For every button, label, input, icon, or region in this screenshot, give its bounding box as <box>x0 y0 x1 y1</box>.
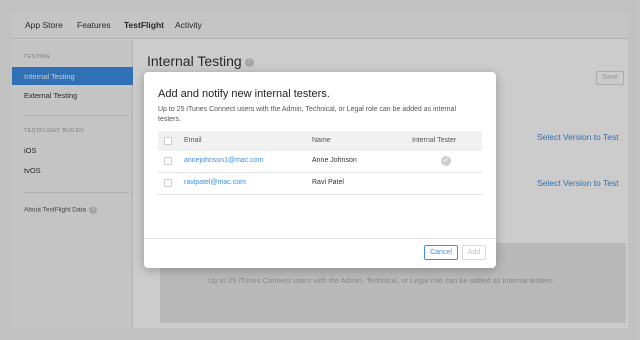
column-internal-tester: Internal Tester <box>412 137 457 144</box>
column-email: Email <box>184 137 202 144</box>
select-all-checkbox[interactable] <box>164 137 172 145</box>
table-row[interactable]: ravipatel@mac.com Ravi Patel <box>158 173 482 195</box>
column-name: Name <box>312 137 331 144</box>
add-button[interactable]: Add <box>462 245 486 260</box>
dialog-description: Up to 25 iTunes Connect users with the A… <box>158 106 457 123</box>
table-row[interactable]: annejohnson1@mac.com Anne Johnson ✓ <box>158 151 482 173</box>
row-email-link[interactable]: annejohnson1@mac.com <box>184 157 264 164</box>
row-name: Ravi Patel <box>312 179 344 186</box>
table-header: Email Name Internal Tester <box>158 131 482 151</box>
row-checkbox[interactable] <box>164 179 172 187</box>
row-checkbox[interactable] <box>164 157 172 165</box>
dialog-title: Add and notify new internal testers. <box>158 88 330 100</box>
dialog-footer-divider <box>144 238 496 239</box>
cancel-button[interactable]: Cancel <box>424 245 458 260</box>
add-testers-dialog: Add and notify new internal testers. Up … <box>144 72 496 268</box>
check-circle-icon: ✓ <box>441 156 451 166</box>
row-email-link[interactable]: ravipatel@mac.com <box>184 179 246 186</box>
row-name: Anne Johnson <box>312 157 357 164</box>
